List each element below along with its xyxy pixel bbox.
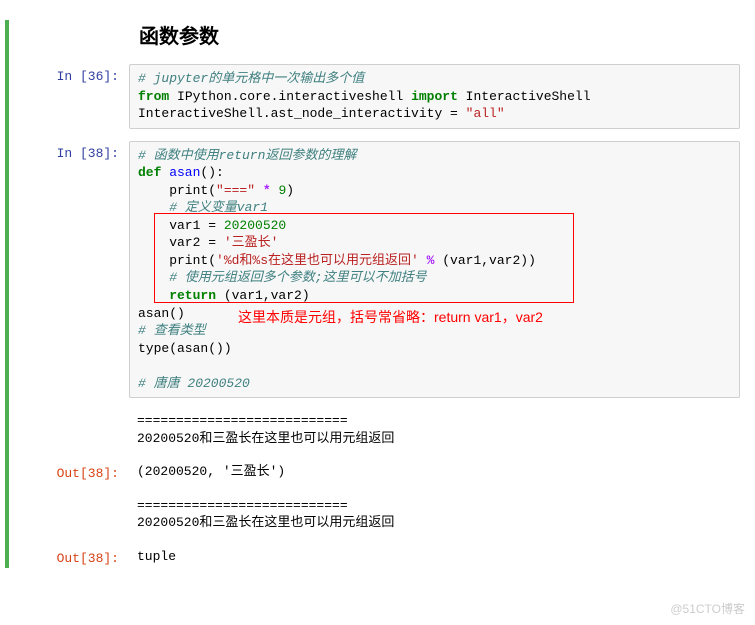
notebook-container: 函数参数 In [36]: # jupyter的单元格中一次输出多个值 from… <box>5 20 755 568</box>
code-string: "all" <box>466 106 505 121</box>
code-text: var1 = <box>138 218 224 233</box>
code-def: asan <box>161 165 200 180</box>
code-cell: In [38]: # 函数中使用return返回参数的理解 def asan()… <box>9 141 755 399</box>
code-text: (var1,var2)) <box>442 253 536 268</box>
result-output: tuple <box>129 546 740 568</box>
code-input[interactable]: # 函数中使用return返回参数的理解 def asan(): print("… <box>129 141 740 399</box>
code-text: (): <box>200 165 223 180</box>
code-comment: # 查看类型 <box>138 323 206 338</box>
code-comment: # 唐唐 20200520 <box>138 376 250 391</box>
code-text: type(asan()) <box>138 341 232 356</box>
output-prompt: Out[38]: <box>39 546 129 568</box>
code-op: * <box>255 183 278 198</box>
code-comment: # 定义变量var1 <box>138 200 268 215</box>
code-keyword: from <box>138 89 169 104</box>
code-op: % <box>419 253 442 268</box>
watermark: @51CTO博客 <box>670 600 745 617</box>
result-output: (20200520, '三盈长') <box>129 461 740 483</box>
code-string: '三盈长' <box>224 235 279 250</box>
code-text: (var1,var2) <box>216 288 310 303</box>
annotation-text: 这里本质是元组，括号常省略：return var1，var2 <box>238 308 543 327</box>
code-number: 20200520 <box>224 218 286 233</box>
code-text: asan() <box>138 306 185 321</box>
code-input[interactable]: # jupyter的单元格中一次输出多个值 from IPython.core.… <box>129 64 740 129</box>
code-text: var2 = <box>138 235 224 250</box>
output-prompt: Out[38]: <box>39 461 129 483</box>
code-text: InteractiveShell <box>458 89 591 104</box>
code-keyword: def <box>138 165 161 180</box>
code-comment: # 使用元组返回多个参数;这里可以不加括号 <box>138 270 427 285</box>
code-text: print <box>138 253 208 268</box>
code-comment: # 函数中使用return返回参数的理解 <box>138 148 356 163</box>
code-text: ( <box>208 253 216 268</box>
code-comment: # jupyter的单元格中一次输出多个值 <box>138 71 364 86</box>
code-text: InteractiveShell.ast_node_interactivity … <box>138 106 466 121</box>
input-prompt: In [38]: <box>39 141 129 399</box>
output-cell: =========================== 20200520和三盈长… <box>9 495 755 534</box>
output-cell: =========================== 20200520和三盈长… <box>9 410 755 449</box>
code-string: '%d和%s在这里也可以用元组返回' <box>216 253 419 268</box>
code-cell: In [36]: # jupyter的单元格中一次输出多个值 from IPyt… <box>9 64 755 129</box>
code-string: "===" <box>216 183 255 198</box>
empty-prompt <box>39 410 129 449</box>
section-heading: 函数参数 <box>139 20 755 49</box>
output-cell: Out[38]: tuple <box>9 546 755 568</box>
code-text: print <box>138 183 208 198</box>
code-keyword: import <box>411 89 458 104</box>
stream-output: =========================== 20200520和三盈长… <box>129 495 740 534</box>
code-text: ) <box>286 183 294 198</box>
output-cell: Out[38]: (20200520, '三盈长') <box>9 461 755 483</box>
code-text: IPython.core.interactiveshell <box>169 89 411 104</box>
empty-prompt <box>39 495 129 534</box>
code-keyword: return <box>138 288 216 303</box>
stream-output: =========================== 20200520和三盈长… <box>129 410 740 449</box>
input-prompt: In [36]: <box>39 64 129 129</box>
code-text: ( <box>208 183 216 198</box>
